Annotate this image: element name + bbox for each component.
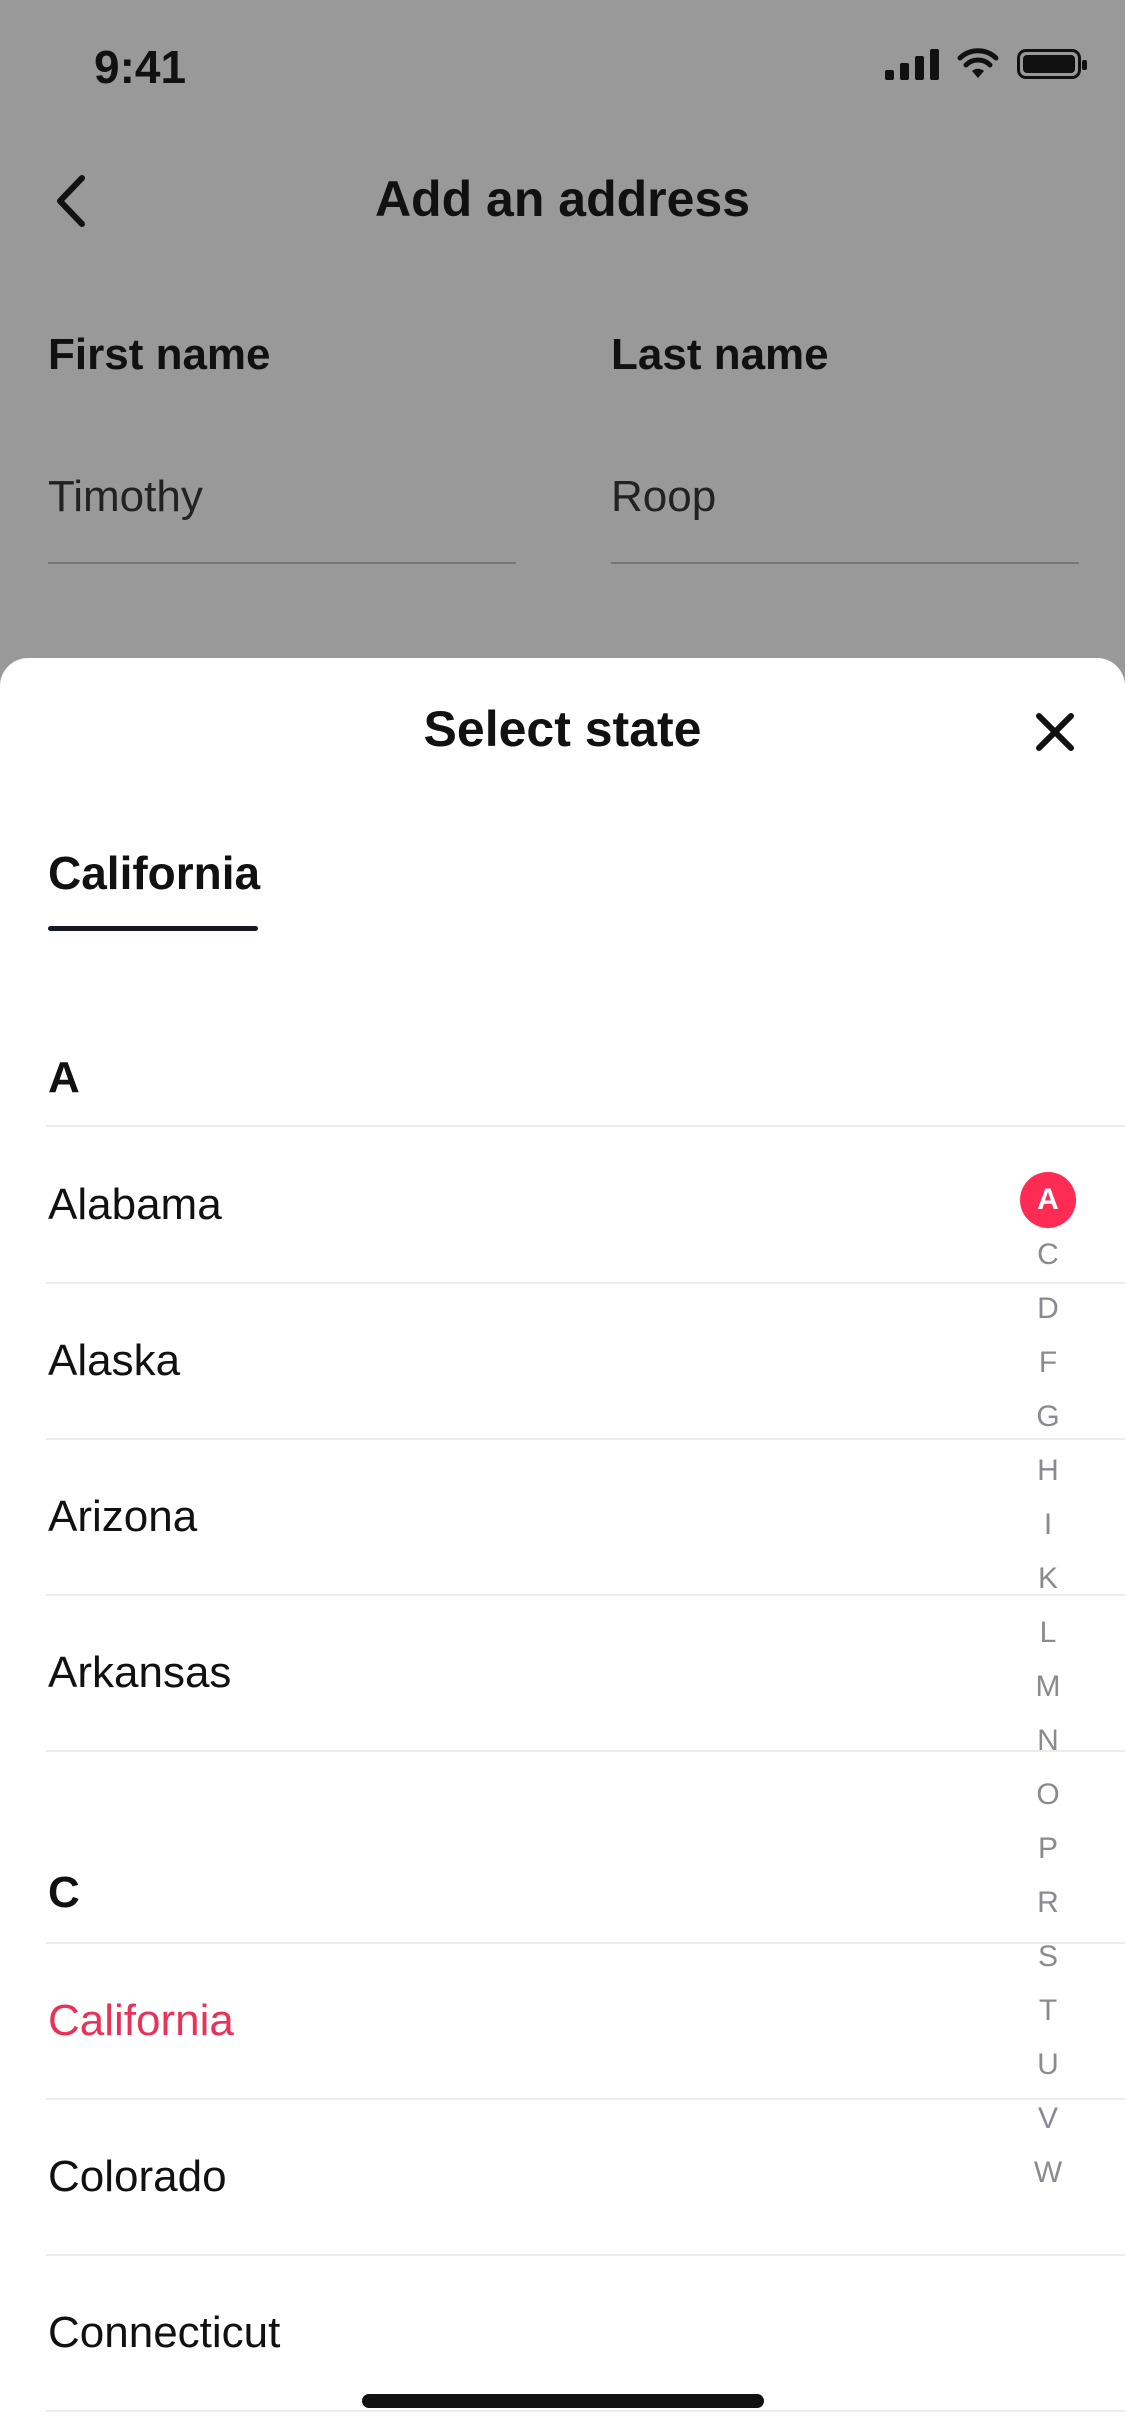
index-letter-i[interactable]: I — [1020, 1498, 1076, 1552]
tab-selected-state[interactable]: California — [48, 846, 260, 900]
last-name-label: Last name — [611, 330, 829, 379]
state-label: Alabama — [48, 1180, 222, 1229]
sheet-title: Select state — [423, 701, 702, 757]
index-letter-g[interactable]: G — [1020, 1390, 1076, 1444]
state-row-arkansas[interactable]: Arkansas — [0, 1596, 1000, 1750]
index-letter-p[interactable]: P — [1020, 1822, 1076, 1876]
divider — [46, 2410, 1125, 2412]
state-label: Arkansas — [48, 1648, 232, 1697]
state-row-connecticut[interactable]: Connecticut — [0, 2256, 1000, 2410]
tab-underline — [48, 926, 258, 931]
last-name-input[interactable]: Roop — [611, 472, 1079, 522]
state-row-alaska[interactable]: Alaska — [0, 1284, 1000, 1438]
index-letter-v[interactable]: V — [1020, 2092, 1076, 2146]
battery-icon — [1017, 49, 1087, 79]
first-name-field[interactable]: First name Timothy — [48, 330, 516, 564]
index-letter-c[interactable]: C — [1020, 1228, 1076, 1282]
state-row-arizona[interactable]: Arizona — [0, 1440, 1000, 1594]
cellular-signal-icon — [885, 48, 939, 80]
status-icons — [885, 48, 1087, 80]
status-time: 9:41 — [94, 41, 187, 93]
state-label: Alaska — [48, 1336, 181, 1385]
first-name-underline — [48, 562, 516, 564]
state-row-alabama[interactable]: Alabama — [0, 1128, 1000, 1282]
last-name-underline — [611, 562, 1079, 564]
index-letter-r[interactable]: R — [1020, 1876, 1076, 1930]
divider — [46, 1750, 1125, 1752]
close-icon[interactable] — [1025, 702, 1085, 762]
index-letter-l[interactable]: L — [1020, 1606, 1076, 1660]
index-letter-a[interactable]: A — [1020, 1172, 1076, 1228]
alphabet-index[interactable]: A C D F G H I K L M N O P R S T U V W — [1019, 1172, 1077, 2200]
status-bar: 9:41 — [0, 0, 1125, 140]
index-letter-f[interactable]: F — [1020, 1336, 1076, 1390]
index-letter-o[interactable]: O — [1020, 1768, 1076, 1822]
last-name-field[interactable]: Last name Roop — [611, 330, 1079, 564]
wifi-icon — [957, 48, 999, 78]
nav-bar: Add an address — [0, 140, 1125, 260]
page-title: Add an address — [374, 171, 751, 227]
state-label-selected: California — [48, 1996, 234, 2045]
section-header-a: A — [48, 1053, 80, 1102]
index-letter-n[interactable]: N — [1020, 1714, 1076, 1768]
index-letter-t[interactable]: T — [1020, 1984, 1076, 2038]
state-row-colorado[interactable]: Colorado — [0, 2100, 1000, 2254]
index-letter-s[interactable]: S — [1020, 1930, 1076, 1984]
section-header-c: C — [48, 1868, 80, 1917]
state-label: Arizona — [48, 1492, 198, 1541]
select-state-sheet: Select state California A Alabama Alaska… — [0, 658, 1125, 2436]
divider — [46, 1125, 1125, 1127]
first-name-label: First name — [48, 330, 271, 379]
first-name-input[interactable]: Timothy — [48, 472, 516, 522]
index-letter-u[interactable]: U — [1020, 2038, 1076, 2092]
index-letter-k[interactable]: K — [1020, 1552, 1076, 1606]
state-label: Colorado — [48, 2152, 227, 2201]
index-letter-m[interactable]: M — [1020, 1660, 1076, 1714]
state-label: Connecticut — [48, 2308, 281, 2357]
home-indicator — [362, 2394, 764, 2408]
index-letter-w[interactable]: W — [1020, 2146, 1076, 2200]
state-row-california[interactable]: California — [0, 1944, 1000, 2098]
index-letter-h[interactable]: H — [1020, 1444, 1076, 1498]
index-letter-d[interactable]: D — [1020, 1282, 1076, 1336]
